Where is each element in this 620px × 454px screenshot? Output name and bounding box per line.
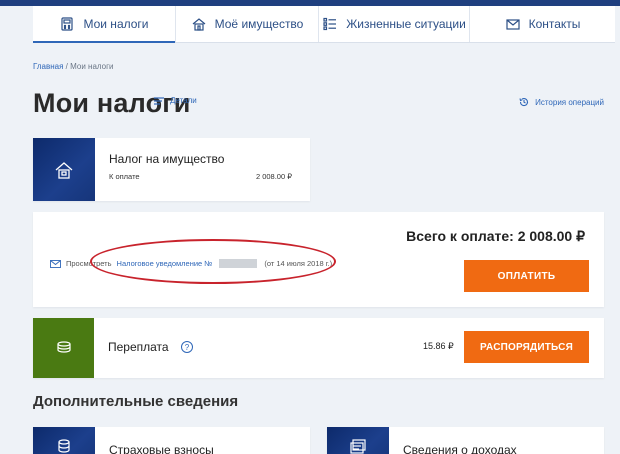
insurance-contributions-title: Страховые взносы: [109, 443, 214, 454]
breadcrumb-current: Мои налоги: [70, 62, 114, 71]
document-stack-icon: [350, 439, 366, 454]
history-label: История операций: [535, 97, 604, 107]
nav-label: Мои налоги: [83, 17, 149, 31]
envelope-icon: [505, 19, 520, 30]
breadcrumb: Главная / Мои налоги: [33, 62, 113, 71]
coins-icon: [58, 439, 70, 453]
nav-item-my-property[interactable]: Моё имущество: [176, 6, 319, 42]
property-tax-card[interactable]: Налог на имущество К оплате 2 008.00 ₽: [33, 138, 310, 201]
nav-label: Моё имущество: [214, 17, 304, 31]
dispose-button[interactable]: РАСПОРЯДИТЬСЯ: [464, 331, 589, 363]
nav-item-life-situations[interactable]: Жизненные ситуации: [319, 6, 470, 42]
property-icon-tile: [33, 138, 95, 201]
envelope-icon: [50, 259, 61, 268]
total-payment-card: Всего к оплате: 2 008.00 ₽ Просмотреть Н…: [33, 212, 604, 307]
nav-label: Контакты: [528, 17, 581, 31]
property-tax-pay-label: К оплате: [109, 172, 140, 181]
insurance-contributions-card[interactable]: Страховые взносы: [33, 427, 310, 454]
house-icon: [55, 161, 73, 179]
income-icon-tile: [327, 427, 389, 454]
breadcrumb-home-link[interactable]: Главная: [33, 62, 63, 71]
details-link[interactable]: Детали: [154, 96, 197, 105]
highlight-oval: [90, 239, 336, 284]
nav-item-contacts[interactable]: Контакты: [470, 6, 615, 42]
history-link[interactable]: История операций: [519, 97, 604, 107]
nav-label: Жизненные ситуации: [346, 17, 466, 31]
pay-button[interactable]: ОПЛАТИТЬ: [464, 260, 589, 292]
total-to-pay: Всего к оплате: 2 008.00 ₽: [406, 228, 585, 244]
additional-info-title: Дополнительные сведения: [33, 393, 239, 410]
insurance-icon-tile: [33, 427, 95, 454]
overpayment-amount: 15.86 ₽: [423, 341, 454, 351]
help-icon[interactable]: ?: [181, 341, 193, 353]
income-info-title: Сведения о доходах: [403, 443, 517, 454]
property-tax-amount: 2 008.00 ₽: [255, 172, 292, 181]
overpayment-card: Переплата ? 15.86 ₽ РАСПОРЯДИТЬСЯ: [33, 318, 604, 378]
main-nav: Мои налоги Моё имущество Жизненные ситуа…: [33, 6, 615, 43]
checklist-icon: [323, 17, 337, 31]
nav-item-my-taxes[interactable]: Мои налоги: [33, 6, 176, 43]
details-label: Детали: [170, 96, 197, 105]
list-icon: [154, 96, 164, 105]
calculator-icon: [61, 17, 74, 31]
income-info-card[interactable]: Сведения о доходах: [327, 427, 604, 454]
overpayment-title: Переплата: [108, 340, 169, 354]
history-icon: [519, 98, 529, 107]
property-tax-title: Налог на имущество: [109, 152, 225, 166]
house-icon: [192, 18, 206, 31]
coins-icon: [56, 341, 71, 353]
coins-icon-tile: [33, 318, 94, 378]
